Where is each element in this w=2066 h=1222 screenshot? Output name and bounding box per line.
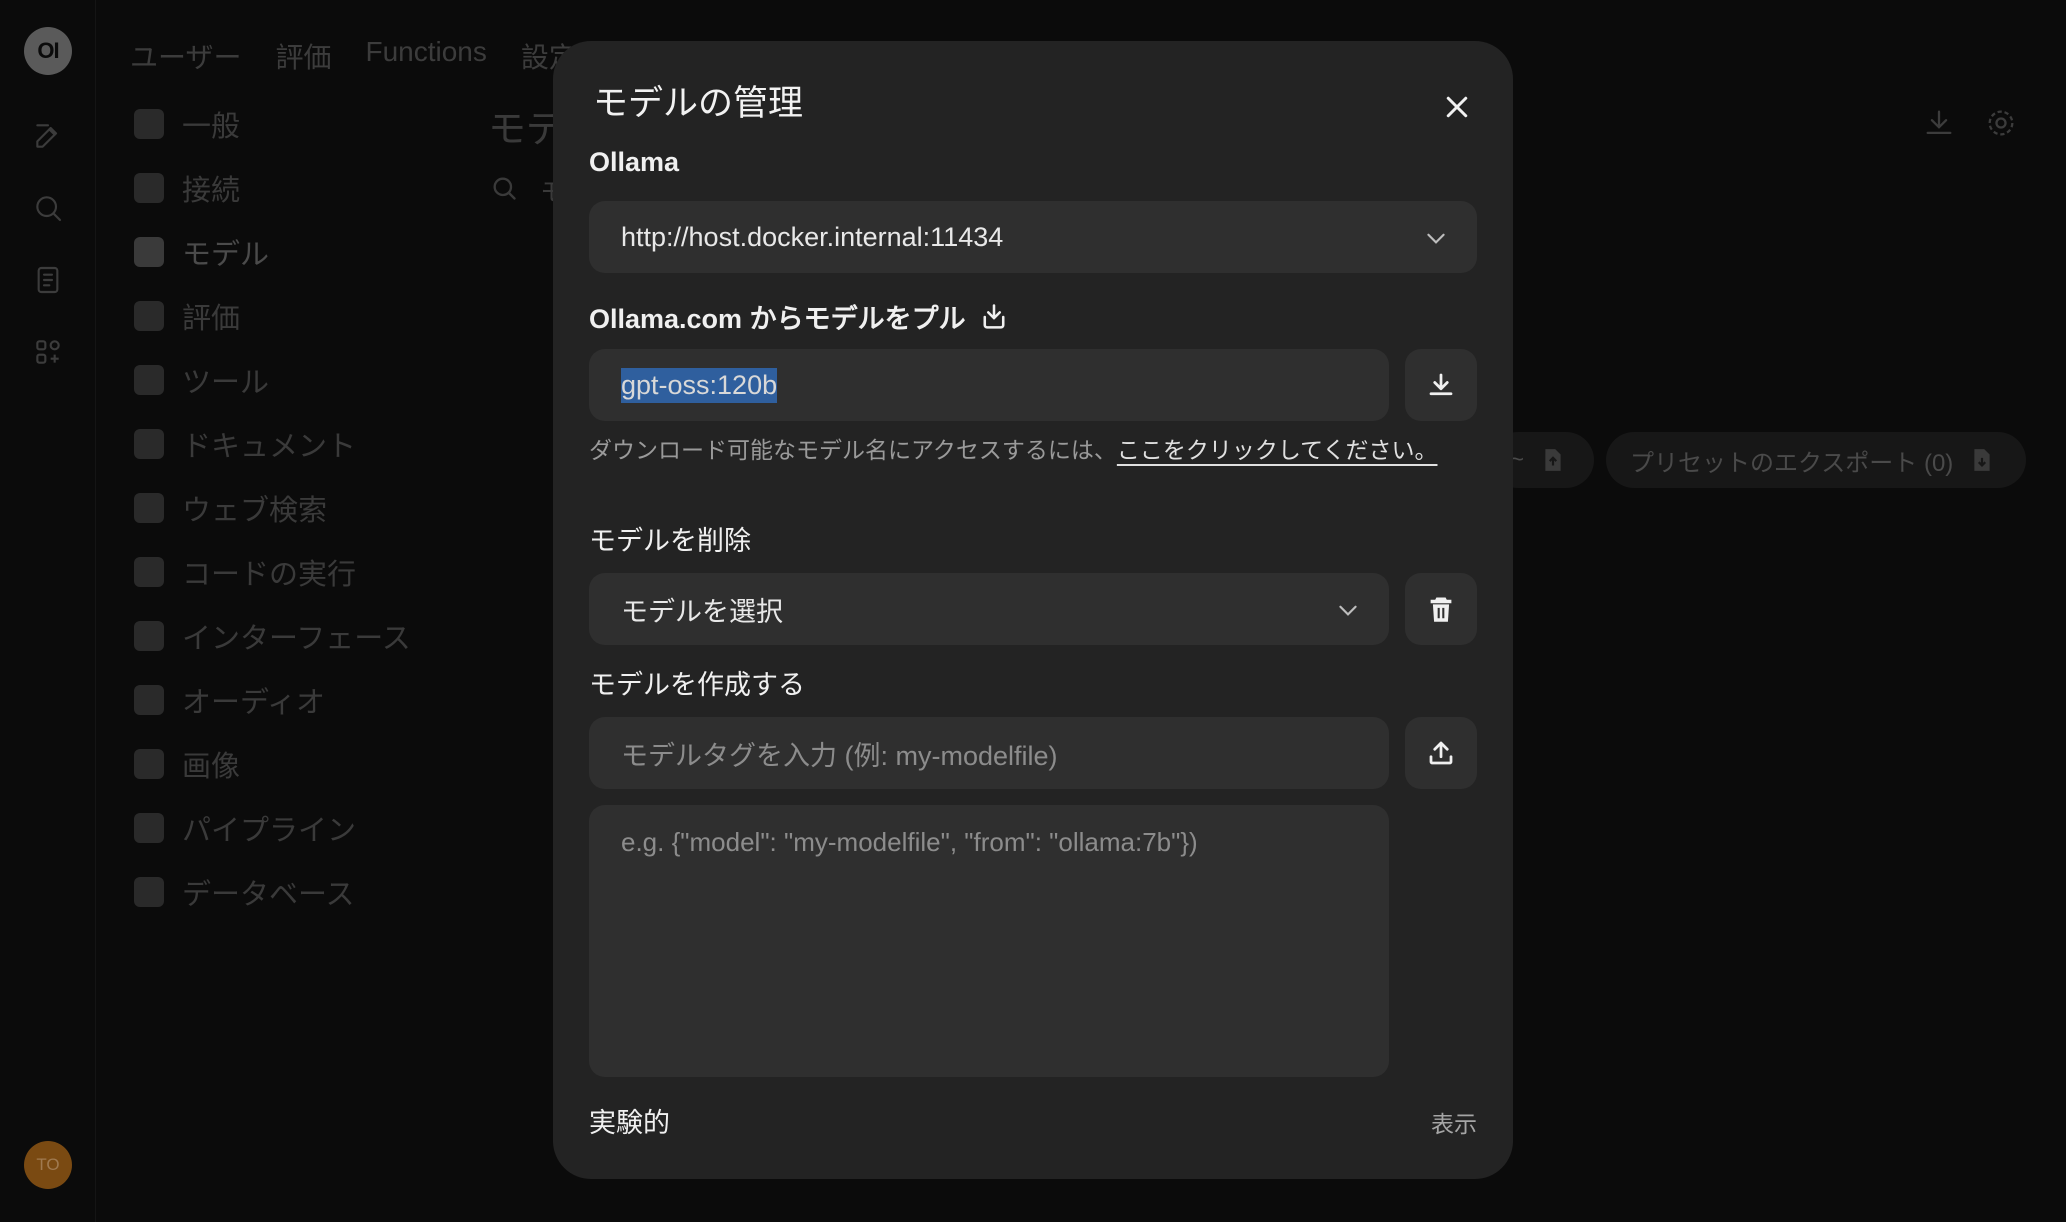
help-text: ダウンロード可能なモデル名にアクセスするには、ここをクリックしてください。 xyxy=(589,433,1469,467)
trash-icon xyxy=(1430,597,1452,622)
download-icon[interactable] xyxy=(1922,106,1958,142)
pull-model-value: gpt-oss:120b xyxy=(621,367,778,403)
app-root: OI TO ユーザー 評価 Functions 設定 一般 接続 モデル 評価 … xyxy=(0,0,2066,1222)
new-chat-icon[interactable] xyxy=(30,118,66,154)
settings-item-general[interactable]: 一般 xyxy=(134,92,464,156)
settings-item-pipelines[interactable]: パイプライン xyxy=(134,796,464,860)
search-icon[interactable] xyxy=(30,190,66,226)
delete-model-select-value: モデルを選択 xyxy=(621,596,783,627)
model-json-textarea[interactable]: e.g. {"model": "my-modelfile", "from": "… xyxy=(589,805,1389,1077)
user-avatar[interactable]: TO xyxy=(24,1141,72,1189)
settings-item-label: オーディオ xyxy=(182,687,325,719)
globe-icon xyxy=(134,493,164,523)
download-icon xyxy=(1429,373,1453,396)
close-icon xyxy=(1446,96,1468,118)
settings-item-evaluations[interactable]: 評価 xyxy=(134,284,464,348)
document-search-icon xyxy=(134,429,164,459)
app-logo[interactable]: OI xyxy=(24,27,72,75)
delete-model-button[interactable] xyxy=(1405,573,1477,645)
database-icon xyxy=(134,877,164,907)
download-doc-icon xyxy=(1974,449,1990,471)
modal-title: モデルの管理 xyxy=(593,84,804,123)
layers-icon xyxy=(134,813,164,843)
admin-top-nav: ユーザー 評価 Functions 設定 xyxy=(130,36,577,76)
delete-model-select[interactable]: モデルを選択 xyxy=(589,573,1389,645)
settings-item-database[interactable]: データベース xyxy=(134,860,464,924)
settings-item-models[interactable]: モデル xyxy=(134,220,464,284)
nav-evaluations[interactable]: 評価 xyxy=(275,36,331,76)
nav-users[interactable]: ユーザー xyxy=(130,36,241,76)
experimental-section-label: 実験的 xyxy=(589,1108,670,1138)
settings-item-label: コードの実行 xyxy=(182,559,357,591)
settings-item-label: 一般 xyxy=(182,111,241,143)
settings-item-label: ドキュメント xyxy=(182,431,357,463)
experimental-show-toggle[interactable]: 表示 xyxy=(1431,1105,1477,1139)
upload-model-button[interactable] xyxy=(1405,717,1477,789)
delete-section-label: モデルを削除 xyxy=(589,526,751,556)
settings-item-interface[interactable]: インターフェース xyxy=(134,604,464,668)
cloud-icon xyxy=(134,173,164,203)
database-icon xyxy=(134,237,164,267)
settings-item-code-execution[interactable]: コードの実行 xyxy=(134,540,464,604)
settings-item-label: モデル xyxy=(182,239,270,271)
settings-item-label: データベース xyxy=(182,879,355,911)
gear-icon[interactable] xyxy=(1984,106,2020,142)
create-section-label: モデルを作成する xyxy=(589,670,805,700)
export-presets-button[interactable]: プリセットのエクスポート (0) xyxy=(1606,432,2026,488)
pull-model-button[interactable] xyxy=(1405,349,1477,421)
help-text-body: ダウンロード可能なモデル名にアクセスするには、 xyxy=(589,437,1117,463)
ollama-url-select[interactable]: http://host.docker.internal:11434 xyxy=(589,201,1477,273)
settings-item-audio[interactable]: オーディオ xyxy=(134,668,464,732)
speaker-icon xyxy=(134,685,164,715)
wrench-icon xyxy=(134,365,164,395)
settings-item-label: パイプライン xyxy=(182,815,357,847)
settings-sidebar: 一般 接続 モデル 評価 ツール ドキュメント ウェブ検索 コードの実行 インタ… xyxy=(134,92,464,924)
monitor-icon xyxy=(134,621,164,651)
terminal-icon xyxy=(134,557,164,587)
settings-item-connections[interactable]: 接続 xyxy=(134,156,464,220)
search-icon xyxy=(490,174,518,207)
image-icon xyxy=(134,749,164,779)
upload-doc-icon xyxy=(1545,449,1561,471)
settings-item-web-search[interactable]: ウェブ検索 xyxy=(134,476,464,540)
icon-rail: OI TO xyxy=(0,0,96,1222)
settings-item-images[interactable]: 画像 xyxy=(134,732,464,796)
export-presets-label: プリセットのエクスポート (0) xyxy=(1630,449,1954,477)
settings-item-label: インターフェース xyxy=(182,623,411,655)
settings-item-documents[interactable]: ドキュメント xyxy=(134,412,464,476)
notes-icon[interactable] xyxy=(30,262,66,298)
document-chart-icon xyxy=(134,301,164,331)
settings-item-label: ウェブ検索 xyxy=(182,495,328,527)
model-json-placeholder: e.g. {"model": "my-modelfile", "from": "… xyxy=(621,827,1198,857)
pull-model-input[interactable]: gpt-oss:120b xyxy=(589,349,1389,421)
model-tag-placeholder: モデルタグを入力 (例: my-modelfile) xyxy=(621,740,1058,771)
workspace-icon[interactable] xyxy=(30,334,66,370)
pull-label-text: Ollama.com からモデルをプル xyxy=(589,304,966,334)
pull-section-label: Ollama.com からモデルをプル xyxy=(589,297,1008,336)
model-library-link[interactable]: ここをクリックしてください。 xyxy=(1117,437,1438,463)
chevron-down-icon xyxy=(1339,605,1357,616)
settings-item-tools[interactable]: ツール xyxy=(134,348,464,412)
ollama-url-value: http://host.docker.internal:11434 xyxy=(621,221,1004,252)
close-button[interactable] xyxy=(1433,83,1481,131)
ollama-section-label: Ollama xyxy=(589,147,680,177)
manage-models-modal: モデルの管理 Ollama http://host.docker.interna… xyxy=(553,41,1513,1179)
settings-item-label: ツール xyxy=(182,367,270,399)
model-tag-input[interactable]: モデルタグを入力 (例: my-modelfile) xyxy=(589,717,1389,789)
nav-functions[interactable]: Functions xyxy=(365,36,486,76)
download-tray-icon xyxy=(983,303,1005,329)
chevron-down-icon xyxy=(1427,233,1445,244)
settings-item-label: 画像 xyxy=(182,751,241,783)
settings-item-label: 評価 xyxy=(182,303,241,335)
upload-icon xyxy=(1429,741,1453,765)
settings-item-label: 接続 xyxy=(182,175,241,207)
gear-icon xyxy=(134,109,164,139)
